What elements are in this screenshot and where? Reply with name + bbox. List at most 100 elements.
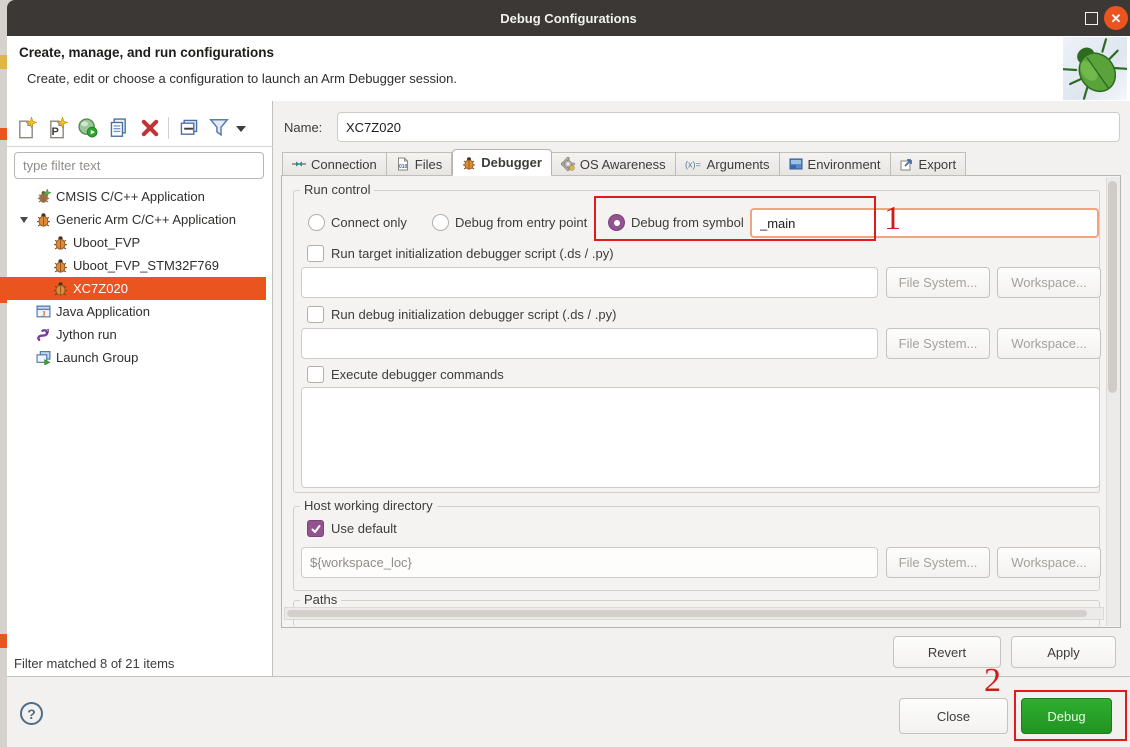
paths-group-label: Paths (300, 592, 341, 607)
duplicate-configuration-button[interactable] (108, 117, 130, 139)
tree-item-xc7z020-selected[interactable]: XC7Z020 (7, 277, 266, 300)
tab-label: Arguments (707, 157, 770, 172)
new-configuration-button[interactable] (15, 117, 37, 139)
annotation-number-1: 1 (884, 202, 901, 236)
checkbox-run-target-init-script-label: Run target initialization debugger scrip… (331, 246, 614, 261)
dialog-header-subtitle: Create, edit or choose a configuration t… (27, 71, 457, 86)
debugger-bug-icon (462, 156, 476, 170)
tree-item-label: Java Application (56, 304, 150, 319)
tab-environment[interactable]: Environment (780, 152, 891, 176)
tab-os-awareness[interactable]: OS Awareness (552, 152, 676, 176)
export-configuration-button[interactable] (77, 117, 99, 139)
host-working-directory-input[interactable] (301, 547, 878, 578)
toolbar-separator (168, 117, 169, 139)
debug-button[interactable]: Debug (1021, 698, 1112, 734)
editor-tabbar: Connection 010 Files Debugger OS Awarene… (282, 149, 966, 176)
dialog-header: Create, manage, and run configurations C… (7, 36, 1130, 102)
help-button[interactable]: ? (20, 702, 43, 725)
dialog-header-title: Create, manage, and run configurations (19, 45, 274, 60)
toolbar-menu-dropdown[interactable] (236, 126, 246, 132)
vertical-scrollbar-thumb[interactable] (1108, 181, 1117, 393)
green-beetle-icon (1063, 37, 1127, 100)
radio-debug-from-symbol[interactable] (608, 214, 625, 231)
tab-label: Debugger (481, 155, 542, 170)
new-prototype-button[interactable]: P (46, 117, 68, 139)
filter-status-text: Filter matched 8 of 21 items (14, 656, 174, 671)
tree-item-generic-arm[interactable]: Generic Arm C/C++ Application (7, 208, 266, 231)
horizontal-scrollbar-thumb[interactable] (287, 610, 1087, 617)
checkbox-use-default[interactable] (307, 520, 324, 537)
radio-connect-only-label: Connect only (331, 215, 407, 230)
annotation-number-2: 2 (984, 664, 1001, 698)
close-button[interactable]: Close (899, 698, 1008, 734)
apply-button[interactable]: Apply (1011, 636, 1116, 668)
tree-item-label: Uboot_FVP_STM32F769 (73, 258, 219, 273)
tree-item-label: CMSIS C/C++ Application (56, 189, 205, 204)
background-fragment (0, 634, 7, 648)
tab-export[interactable]: Export (891, 152, 967, 176)
tab-label: Export (919, 157, 957, 172)
arguments-icon: (x)= (685, 157, 702, 171)
tree-item-java-application[interactable]: J Java Application (7, 300, 266, 323)
name-input[interactable] (337, 112, 1120, 142)
tab-connection[interactable]: Connection (282, 152, 387, 176)
export-icon (900, 157, 914, 171)
delete-configuration-button[interactable] (139, 117, 161, 139)
tab-label: Connection (311, 157, 377, 172)
svg-text:(x)=: (x)= (685, 160, 701, 170)
name-label: Name: (284, 120, 322, 135)
host-working-directory-group-label: Host working directory (300, 498, 437, 513)
maximize-button[interactable] (1085, 12, 1098, 25)
tab-label: Files (415, 157, 442, 172)
tree-item-launch-group[interactable]: Launch Group (7, 346, 266, 369)
help-question-mark: ? (27, 706, 36, 722)
svg-text:P: P (52, 126, 59, 138)
radio-debug-from-entry-point-label: Debug from entry point (455, 215, 587, 230)
connection-icon (292, 157, 306, 171)
files-icon: 010 (396, 157, 410, 171)
svg-text:J: J (46, 328, 50, 335)
checkbox-run-debug-init-script-label: Run debug initialization debugger script… (331, 307, 616, 322)
debugger-commands-textarea[interactable] (301, 387, 1100, 488)
run-control-group-label: Run control (300, 182, 374, 197)
tree-item-label: XC7Z020 (73, 281, 128, 296)
background-fragment (0, 128, 7, 140)
collapse-all-button[interactable] (178, 117, 200, 139)
debug-init-file-system-button[interactable]: File System... (886, 328, 990, 359)
target-init-workspace-button[interactable]: Workspace... (997, 267, 1101, 298)
debug-symbol-input[interactable] (750, 208, 1099, 238)
filter-input[interactable] (14, 152, 264, 179)
radio-connect-only[interactable] (308, 214, 325, 231)
target-init-script-input[interactable] (301, 267, 878, 298)
filter-button[interactable] (208, 117, 230, 139)
checkbox-run-target-init-script[interactable] (307, 245, 324, 262)
screenshot-root: Debug Configurations ✕ Create, manage, a… (0, 0, 1130, 747)
gear-icon (561, 157, 575, 171)
tree-item-cmsis[interactable]: CMSIS C/C++ Application (7, 185, 266, 208)
checkbox-run-debug-init-script[interactable] (307, 306, 324, 323)
background-fragment (0, 55, 7, 69)
tab-arguments[interactable]: (x)= Arguments (676, 152, 780, 176)
host-dir-file-system-button[interactable]: File System... (886, 547, 990, 578)
host-dir-workspace-button[interactable]: Workspace... (997, 547, 1101, 578)
debug-init-script-input[interactable] (301, 328, 878, 359)
target-init-file-system-button[interactable]: File System... (886, 267, 990, 298)
tab-debugger-active[interactable]: Debugger (452, 149, 552, 176)
checkbox-execute-debugger-commands[interactable] (307, 366, 324, 383)
tree-item-uboot-fvp[interactable]: Uboot_FVP (7, 231, 266, 254)
tree-item-label: Uboot_FVP (73, 235, 140, 250)
svg-text:J: J (41, 308, 46, 318)
tree-item-label: Launch Group (56, 350, 138, 365)
tree-item-uboot-fvp-stm32f769[interactable]: Uboot_FVP_STM32F769 (7, 254, 266, 277)
debug-init-workspace-button[interactable]: Workspace... (997, 328, 1101, 359)
tab-files[interactable]: 010 Files (387, 152, 452, 176)
check-icon (310, 523, 322, 535)
tab-label: Environment (808, 157, 881, 172)
radio-debug-from-entry-point[interactable] (432, 214, 449, 231)
close-window-button[interactable]: ✕ (1104, 6, 1128, 30)
tab-label: OS Awareness (580, 157, 666, 172)
radio-debug-from-symbol-label: Debug from symbol (631, 215, 744, 230)
background-fragment (0, 277, 7, 303)
checkbox-execute-debugger-commands-label: Execute debugger commands (331, 367, 504, 382)
tree-item-jython-run[interactable]: J Jython run (7, 323, 266, 346)
